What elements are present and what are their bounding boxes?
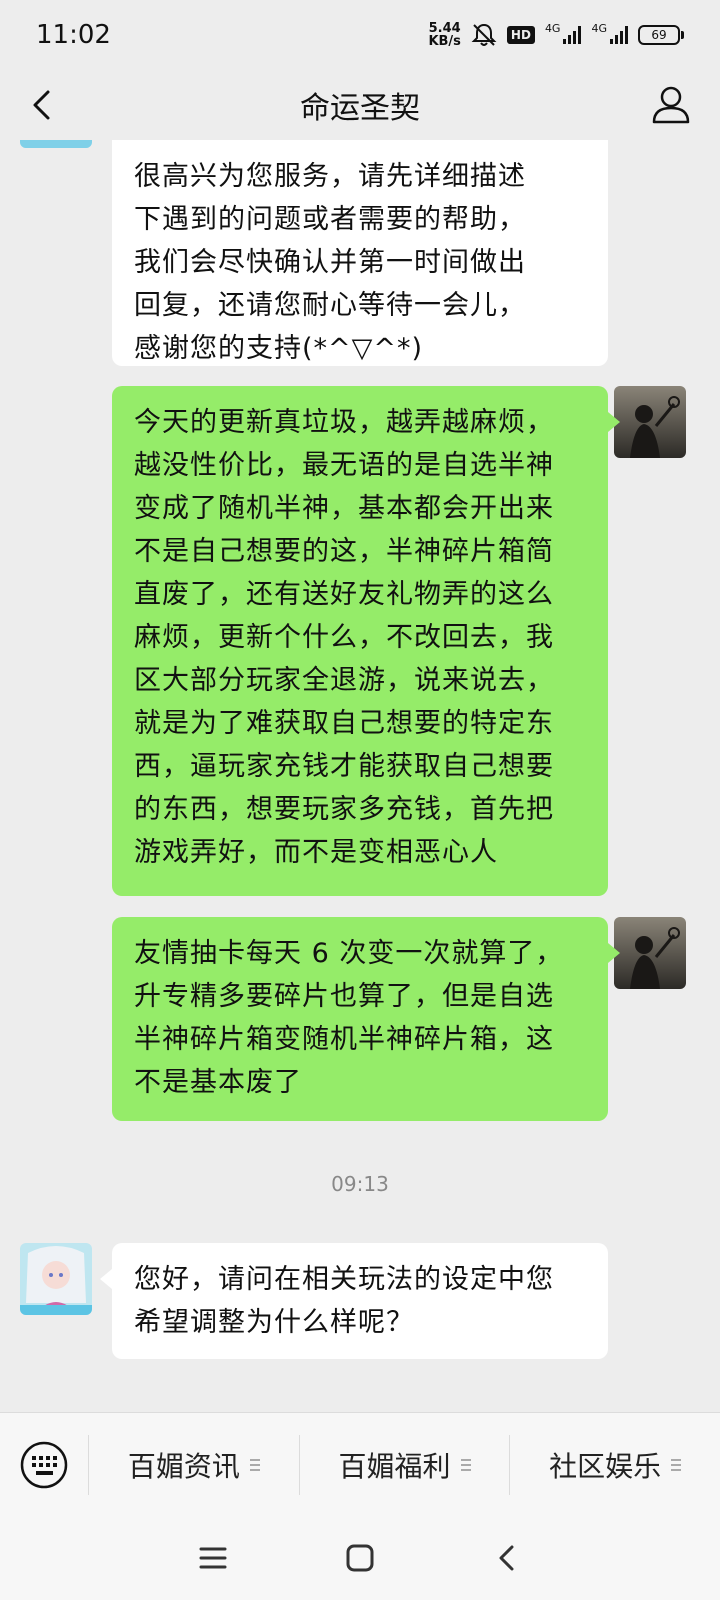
- home-button[interactable]: [340, 1538, 380, 1578]
- user-avatar[interactable]: [614, 386, 686, 458]
- chat-title: 命运圣契: [300, 91, 420, 126]
- menu-lines-icon: [249, 1458, 260, 1471]
- network-speed: 5.44 KB/s: [428, 22, 460, 48]
- user-avatar[interactable]: [614, 917, 686, 989]
- service-menu-bar: 百媚资讯 百媚福利 社区娱乐: [0, 1412, 720, 1516]
- hd-badge: HD: [506, 26, 535, 44]
- message-timestamp: 09:13: [331, 1172, 389, 1196]
- chat-messages[interactable]: 很高兴为您服务，请先详细描述 下遇到的问题或者需要的帮助， 我们会尽快确认并第一…: [0, 140, 720, 1412]
- chat-header: 命运圣契: [0, 70, 720, 140]
- signal-2-label: 4G: [591, 22, 607, 35]
- signal-bars-icon: [563, 26, 582, 44]
- bell-off-icon: [471, 23, 497, 46]
- network-speed-unit: KB/s: [428, 34, 461, 49]
- menu-item-label: 百媚福利: [338, 1449, 451, 1483]
- signal-2: 4G: [591, 22, 628, 44]
- menu-item-community[interactable]: 社区娱乐: [509, 1434, 720, 1495]
- menu-lines-icon: [671, 1458, 682, 1471]
- battery-level: 69: [638, 25, 680, 45]
- status-time: 11:02: [36, 20, 111, 50]
- back-button[interactable]: [487, 1538, 527, 1578]
- user-icon[interactable]: [648, 82, 694, 128]
- message-bubble-service: 很高兴为您服务，请先详细描述 下遇到的问题或者需要的帮助， 我们会尽快确认并第一…: [112, 140, 608, 366]
- battery-tip: [681, 31, 684, 39]
- signal-bars-icon: [610, 26, 628, 44]
- chevron-left-icon[interactable]: [22, 84, 64, 126]
- status-bar: 11:02 5.44 KB/s HD 4G 4G 69: [0, 0, 720, 70]
- menu-item-label: 社区娱乐: [549, 1449, 662, 1483]
- signal-1-label: 4G: [544, 22, 561, 35]
- message-bubble-user: 今天的更新真垃圾，越弄越麻烦， 越没性价比，最无语的是自选半神 变成了随机半神，…: [112, 386, 620, 896]
- recent-apps-button[interactable]: [193, 1538, 233, 1578]
- message-bubble-user: 友情抽卡每天 6 次变一次就算了， 升专精多要碎片也算了，但是自选 半神碎片箱变…: [112, 917, 620, 1121]
- system-navigation-bar: [0, 1516, 720, 1600]
- keyboard-toggle-button[interactable]: [0, 1413, 88, 1517]
- menu-lines-icon: [460, 1458, 471, 1471]
- menu-item-welfare[interactable]: 百媚福利: [298, 1434, 510, 1495]
- service-avatar[interactable]: [20, 140, 92, 148]
- chevron-left-icon: [499, 1545, 514, 1571]
- menu-item-news[interactable]: 百媚资讯: [88, 1434, 299, 1495]
- menu-item-label: 百媚资讯: [127, 1449, 240, 1483]
- battery-indicator: 69: [638, 25, 684, 45]
- square-icon: [346, 1544, 374, 1572]
- menu-icon: [199, 1547, 227, 1569]
- service-avatar[interactable]: [20, 1243, 92, 1315]
- keyboard-icon: [20, 1441, 68, 1488]
- status-icons: 5.44 KB/s HD 4G 4G 69: [428, 22, 684, 48]
- message-bubble-service: 您好，请问在相关玩法的设定中您 希望调整为什么样呢？: [100, 1243, 608, 1359]
- signal-1: 4G: [545, 22, 582, 44]
